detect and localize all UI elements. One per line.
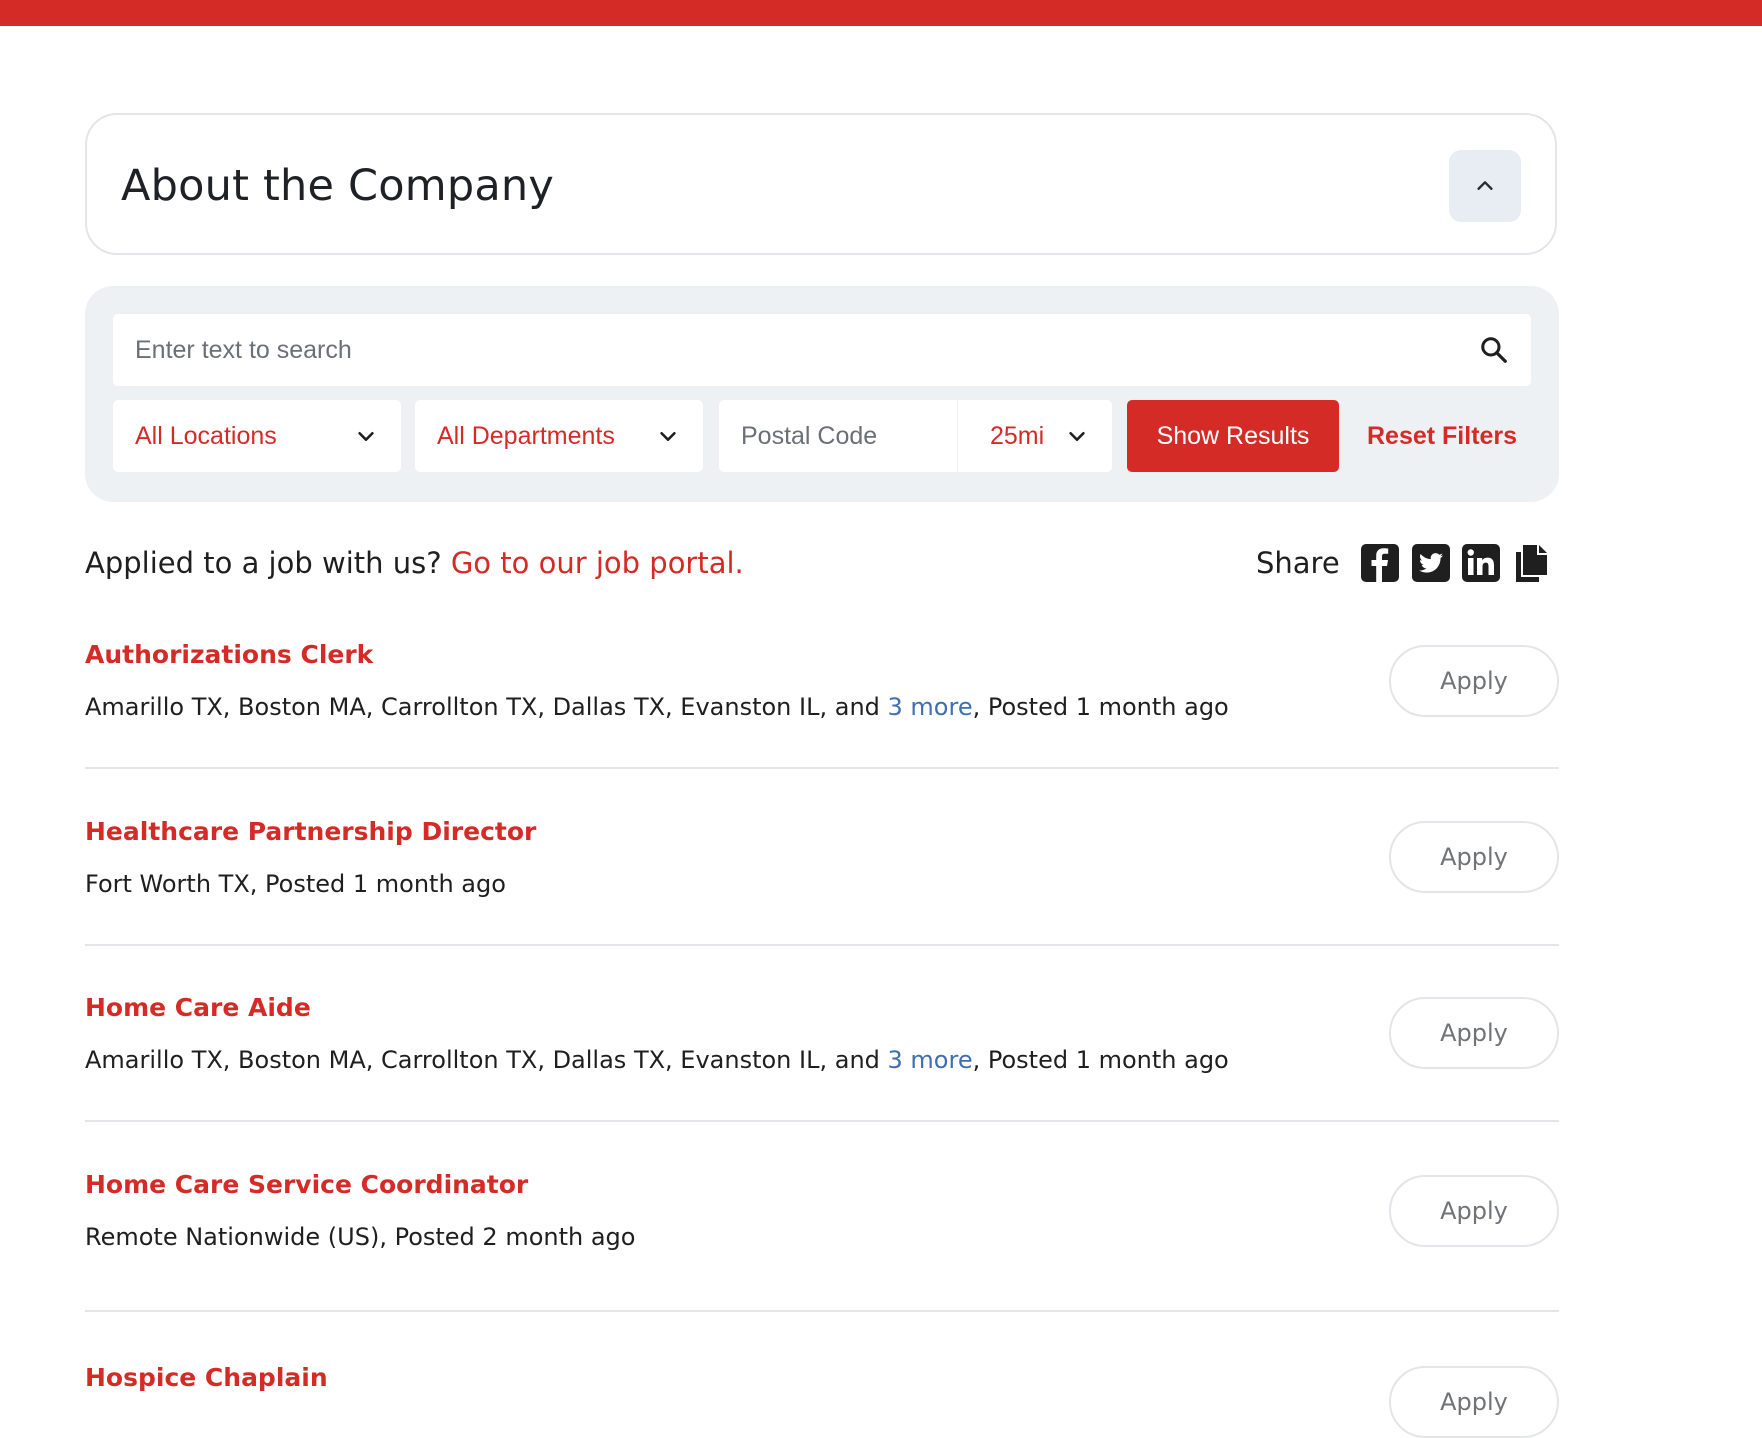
postal-code-input[interactable] [719, 400, 957, 472]
job-title-link[interactable]: Home Care Aide [85, 993, 311, 1022]
apply-button[interactable]: Apply [1389, 1366, 1559, 1438]
divider [85, 767, 1559, 769]
facebook-icon[interactable] [1360, 543, 1400, 583]
job-locations: Remote Nationwide (US), Posted 2 month a… [85, 1223, 636, 1251]
job-filters-panel: All Locations All Departments 25mi Show … [85, 286, 1559, 502]
divider [85, 944, 1559, 946]
portal-prompt-text: Applied to a job with us? [85, 546, 442, 580]
more-locations-link[interactable]: 3 more [888, 1046, 973, 1074]
job-locations: Fort Worth TX, Posted 1 month ago [85, 870, 506, 898]
location-select[interactable]: All Locations [113, 400, 401, 472]
job-portal-prompt: Applied to a job with us? Go to our job … [85, 546, 744, 580]
top-brand-bar [0, 0, 1762, 26]
apply-button[interactable]: Apply [1389, 645, 1559, 717]
job-title-link[interactable]: Authorizations Clerk [85, 640, 373, 669]
show-results-button[interactable]: Show Results [1127, 400, 1339, 472]
department-select-value: All Departments [437, 422, 615, 450]
department-select[interactable]: All Departments [415, 400, 703, 472]
divider [85, 1310, 1559, 1312]
job-meta: Fort Worth TX, Posted 1 month ago [85, 870, 506, 898]
job-title-link[interactable]: Home Care Service Coordinator [85, 1170, 528, 1199]
about-company-panel: About the Company [85, 113, 1557, 255]
share-label: Share [1256, 546, 1340, 580]
apply-button[interactable]: Apply [1389, 1175, 1559, 1247]
chevron-down-icon [660, 431, 676, 441]
search-input[interactable] [113, 314, 1443, 386]
job-meta: Remote Nationwide (US), Posted 2 month a… [85, 1223, 635, 1251]
chevron-down-icon [358, 431, 374, 441]
job-meta: Amarillo TX, Boston MA, Carrollton TX, D… [85, 1046, 1229, 1074]
job-posted: , Posted 1 month ago [972, 1046, 1229, 1074]
job-posted: , Posted 1 month ago [972, 693, 1229, 721]
twitter-icon[interactable] [1411, 543, 1451, 583]
location-select-value: All Locations [135, 422, 277, 450]
divider [85, 1120, 1559, 1122]
linkedin-icon[interactable] [1461, 543, 1501, 583]
job-meta: Amarillo TX, Boston MA, Carrollton TX, D… [85, 693, 1229, 721]
reset-filters-link[interactable]: Reset Filters [1367, 400, 1517, 472]
search-box [113, 314, 1531, 386]
more-locations-link[interactable]: 3 more [888, 693, 973, 721]
job-locations: Amarillo TX, Boston MA, Carrollton TX, D… [85, 1046, 888, 1074]
apply-button[interactable]: Apply [1389, 997, 1559, 1069]
job-title-link[interactable]: Healthcare Partnership Director [85, 817, 536, 846]
radius-select-value: 25mi [990, 422, 1045, 450]
job-portal-link[interactable]: Go to our job portal. [451, 546, 744, 580]
chevron-down-icon [1069, 431, 1085, 441]
copy-icon[interactable] [1511, 543, 1551, 583]
search-icon[interactable] [1479, 335, 1509, 365]
chevron-up-icon [1477, 181, 1493, 190]
radius-select[interactable]: 25mi [958, 400, 1112, 472]
collapse-button[interactable] [1449, 150, 1521, 222]
job-title-link[interactable]: Hospice Chaplain [85, 1363, 328, 1392]
job-locations: Amarillo TX, Boston MA, Carrollton TX, D… [85, 693, 888, 721]
apply-button[interactable]: Apply [1389, 821, 1559, 893]
about-title: About the Company [121, 161, 555, 211]
postal-code-box [719, 400, 957, 472]
